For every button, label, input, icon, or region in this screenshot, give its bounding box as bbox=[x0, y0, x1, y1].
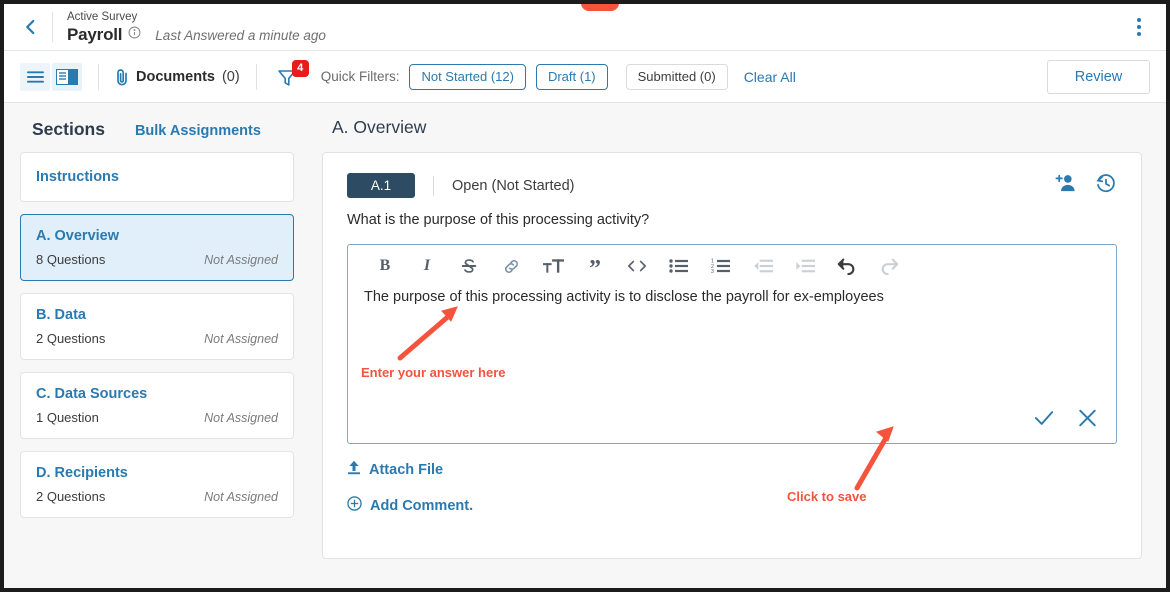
paperclip-icon bbox=[115, 68, 129, 86]
view-toggle-group bbox=[20, 62, 82, 91]
link-icon[interactable] bbox=[490, 249, 532, 283]
upload-icon bbox=[347, 460, 361, 479]
documents-count: (0) bbox=[221, 68, 240, 85]
undo-icon[interactable] bbox=[826, 249, 868, 283]
bulleted-list-icon[interactable] bbox=[658, 249, 700, 283]
sidebar-item-assignment: Not Assigned bbox=[204, 490, 278, 504]
toolbar-divider-1 bbox=[98, 63, 99, 90]
question-actions bbox=[1055, 173, 1117, 199]
info-circle-icon[interactable] bbox=[128, 26, 141, 42]
question-header: A.1 Open (Not Started) bbox=[347, 173, 1117, 198]
sections-title: Sections bbox=[32, 119, 105, 139]
add-comment-button[interactable]: Add Comment. bbox=[347, 496, 1117, 515]
page-body: Sections Bulk Assignments Instructions A… bbox=[4, 103, 1166, 588]
blockquote-icon[interactable]: ” bbox=[574, 249, 616, 283]
sidebar-item-label: B. Data bbox=[36, 307, 86, 323]
sidebar-item-d-recipients[interactable]: D. Recipients 2 Questions Not Assigned bbox=[20, 451, 294, 518]
chevron-left-icon bbox=[22, 18, 40, 36]
svg-text:3: 3 bbox=[711, 269, 714, 274]
review-button[interactable]: Review bbox=[1047, 59, 1150, 94]
page-header: Active Survey Payroll Last Answered a mi… bbox=[4, 4, 1166, 51]
sidebar-item-instructions[interactable]: Instructions bbox=[20, 152, 294, 202]
documents-label: Documents bbox=[136, 68, 215, 85]
numbered-list-icon[interactable]: 123 bbox=[700, 249, 742, 283]
sidebar-item-count: 1 Question bbox=[36, 410, 99, 425]
sidebar-item-assignment: Not Assigned bbox=[204, 253, 278, 267]
rich-text-editor[interactable]: B I ” 1 2 3 The purpose of this processi… bbox=[347, 244, 1117, 444]
sidebar-item-a-overview[interactable]: A. Overview 8 Questions Not Assigned bbox=[20, 214, 294, 281]
list-view-icon[interactable] bbox=[20, 62, 50, 91]
add-person-icon[interactable] bbox=[1055, 173, 1077, 199]
sidebar-item-label: A. Overview bbox=[36, 228, 120, 244]
clear-all-button[interactable]: Clear All bbox=[744, 69, 796, 85]
indent-icon[interactable] bbox=[784, 249, 826, 283]
attach-file-label: Attach File bbox=[369, 461, 444, 478]
font-size-icon[interactable] bbox=[532, 249, 574, 283]
history-clock-icon[interactable] bbox=[1095, 173, 1117, 199]
quick-filters-label: Quick Filters: bbox=[320, 69, 400, 84]
sidebar-item-count: 2 Questions bbox=[36, 331, 106, 346]
sections-sidebar: Sections Bulk Assignments Instructions A… bbox=[4, 103, 310, 588]
bold-icon[interactable]: B bbox=[364, 249, 406, 283]
last-answered-text: Last Answered a minute ago bbox=[155, 27, 326, 43]
strikethrough-icon[interactable] bbox=[448, 249, 490, 283]
editor-confirm-actions bbox=[1033, 408, 1098, 433]
sidebar-item-c-data-sources[interactable]: C. Data Sources 1 Question Not Assigned bbox=[20, 372, 294, 439]
header-divider bbox=[52, 12, 53, 42]
filter-chip-not-started[interactable]: Not Started (12) bbox=[409, 63, 526, 90]
section-title: A. Overview bbox=[332, 117, 427, 137]
sidebar-item-b-data[interactable]: B. Data 2 Questions Not Assigned bbox=[20, 293, 294, 360]
question-card: A.1 Open (Not Started) What is the purpo… bbox=[322, 152, 1142, 559]
code-icon[interactable] bbox=[616, 249, 658, 283]
filter-chip-draft[interactable]: Draft (1) bbox=[535, 63, 608, 90]
annotation-label-click-to-save: Click to save bbox=[787, 489, 867, 504]
plus-circle-icon bbox=[347, 496, 362, 515]
survey-title-block: Active Survey Payroll Last Answered a mi… bbox=[67, 10, 326, 45]
documents-button[interactable]: Documents (0) bbox=[115, 68, 240, 86]
sidebar-header: Sections Bulk Assignments bbox=[20, 119, 294, 140]
question-footer-links: Attach File Add Comment. bbox=[347, 460, 1117, 515]
sidebar-item-label: Instructions bbox=[36, 169, 119, 185]
italic-icon[interactable]: I bbox=[406, 249, 448, 283]
editor-toolbar: B I ” 1 2 3 bbox=[348, 245, 1116, 287]
filter-toolbar: Documents (0) 4 Quick Filters: Not Start… bbox=[4, 51, 1166, 103]
question-text: What is the purpose of this processing a… bbox=[347, 212, 650, 228]
question-header-divider bbox=[433, 175, 434, 196]
outdent-icon[interactable] bbox=[742, 249, 784, 283]
sidebar-item-count: 2 Questions bbox=[36, 489, 106, 504]
sidebar-item-count: 8 Questions bbox=[36, 252, 106, 267]
checkmark-icon[interactable] bbox=[1033, 408, 1055, 433]
close-x-icon[interactable] bbox=[1077, 408, 1098, 433]
redo-icon[interactable] bbox=[868, 249, 910, 283]
kebab-menu-icon[interactable] bbox=[1128, 14, 1150, 40]
annotation-label-enter-answer: Enter your answer here bbox=[361, 365, 506, 380]
attach-file-button[interactable]: Attach File bbox=[347, 460, 1117, 479]
sidebar-item-label: D. Recipients bbox=[36, 465, 128, 481]
add-comment-label: Add Comment. bbox=[370, 497, 474, 514]
editor-text-value[interactable]: The purpose of this processing activity … bbox=[348, 287, 1116, 307]
question-status: Open (Not Started) bbox=[452, 177, 575, 194]
page-title: Payroll bbox=[67, 24, 123, 44]
sidebar-item-assignment: Not Assigned bbox=[204, 332, 278, 346]
filter-count-badge: 4 bbox=[291, 59, 309, 77]
sidebar-item-label: C. Data Sources bbox=[36, 386, 148, 402]
app-window: Active Survey Payroll Last Answered a mi… bbox=[4, 4, 1166, 588]
bulk-assignments-link[interactable]: Bulk Assignments bbox=[135, 123, 261, 139]
toolbar-divider-2 bbox=[255, 63, 257, 90]
main-content: A. Overview A.1 Open (Not Started) What … bbox=[310, 103, 1166, 588]
sidebar-item-assignment: Not Assigned bbox=[204, 411, 278, 425]
question-number-badge: A.1 bbox=[347, 173, 415, 198]
filter-chip-submitted[interactable]: Submitted (0) bbox=[625, 63, 728, 90]
back-button[interactable] bbox=[14, 10, 48, 44]
filter-button[interactable]: 4 bbox=[275, 59, 309, 92]
survey-eyebrow: Active Survey bbox=[67, 10, 138, 23]
top-notch-indicator bbox=[581, 4, 619, 11]
card-view-icon[interactable] bbox=[52, 62, 82, 91]
